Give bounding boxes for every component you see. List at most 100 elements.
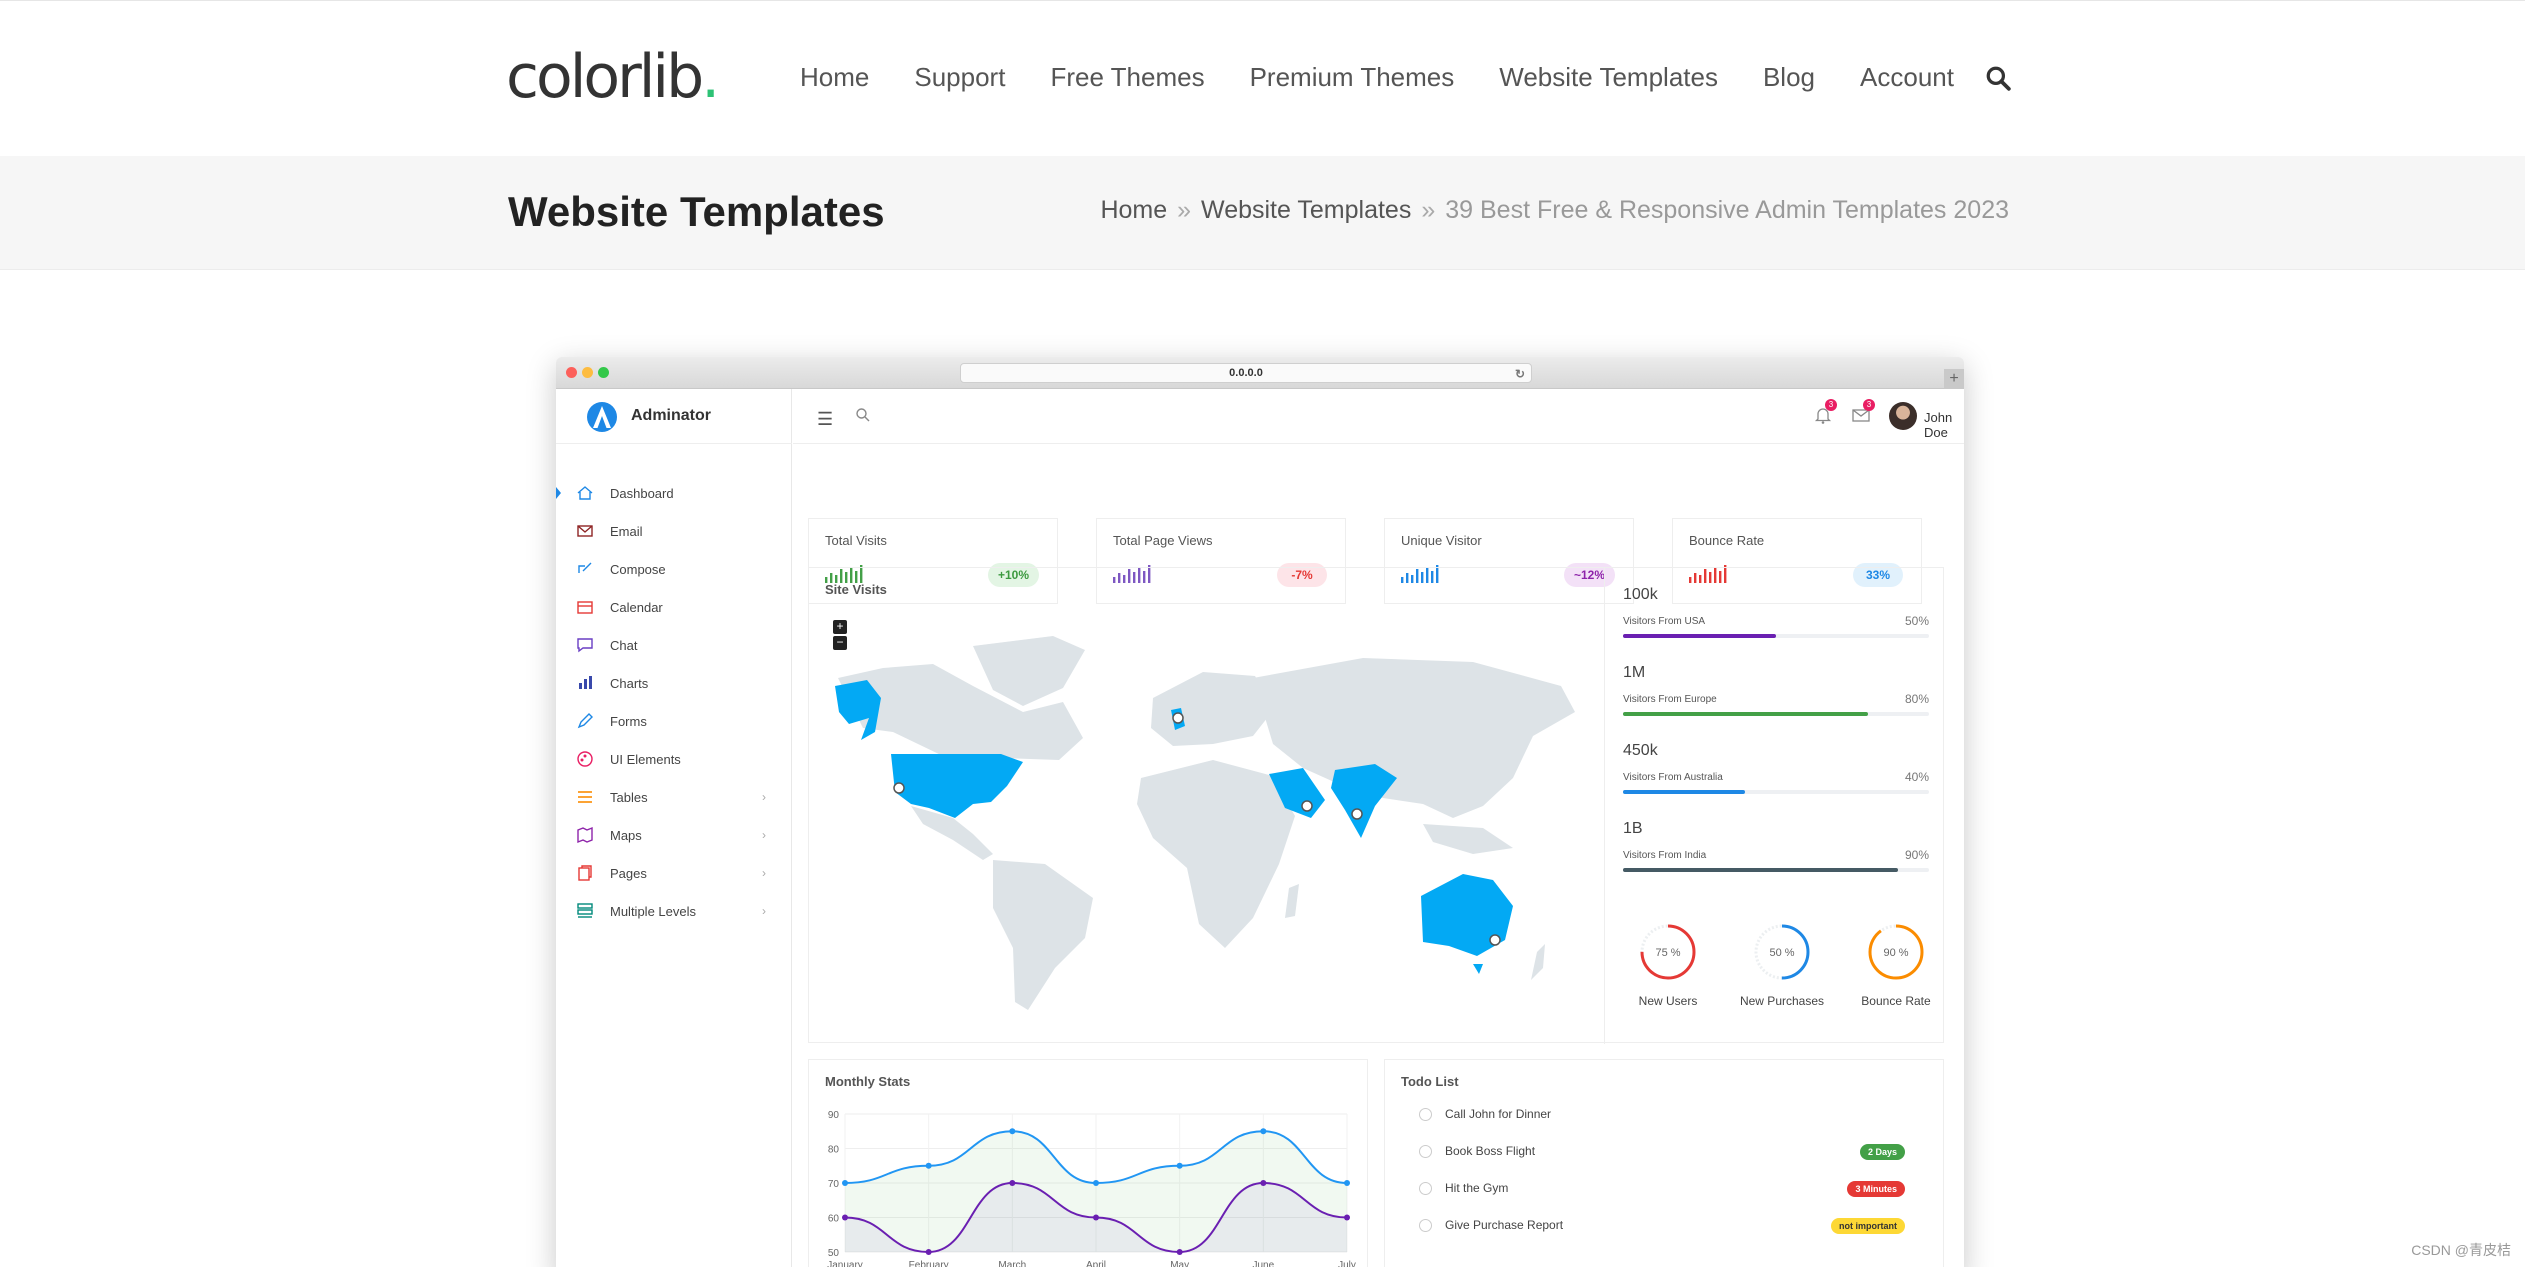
todo-text: Give Purchase Report — [1445, 1218, 1564, 1232]
user-name[interactable]: John Doe — [1924, 410, 1964, 440]
y-tick-label: 90 — [828, 1110, 840, 1121]
gauge-label: New Users — [1638, 994, 1698, 1008]
visit-progress-track — [1623, 790, 1929, 794]
site-visits-title: Site Visits — [825, 582, 887, 597]
main-nav: Home Support Free Themes Premium Themes … — [800, 57, 1999, 97]
todo-checkbox[interactable] — [1419, 1219, 1432, 1232]
brand: Adminator — [556, 389, 792, 444]
adminator-logo-icon — [587, 402, 617, 432]
pages-icon — [576, 864, 594, 882]
sidebar-item-dashboard[interactable]: Dashboard — [556, 474, 792, 512]
minimize-dot-icon — [582, 367, 593, 378]
sidebar-item-label: Tables — [610, 789, 648, 805]
todo-text: Book Boss Flight — [1445, 1144, 1536, 1158]
visit-row: 450k Visitors From Australia 40% — [1623, 742, 1929, 820]
sidebar-item-compose[interactable]: Compose — [556, 550, 792, 588]
sidebar-item-tables[interactable]: Tables › — [556, 778, 792, 816]
todo-tag: 2 Days — [1859, 1144, 1905, 1160]
sidebar-item-maps[interactable]: Maps › — [556, 816, 792, 854]
gauge-value: 75 % — [1655, 947, 1680, 959]
todo-checkbox[interactable] — [1419, 1182, 1432, 1195]
visit-row: 1B Visitors From India 90% — [1623, 820, 1929, 898]
visit-progress-fill — [1623, 712, 1868, 716]
todo-checkbox[interactable] — [1419, 1145, 1432, 1158]
todo-item[interactable]: Give Purchase Report not important — [1419, 1215, 1929, 1239]
sidebar-item-multiple-levels[interactable]: Multiple Levels › — [556, 892, 792, 930]
y-tick-label: 60 — [828, 1214, 840, 1225]
visit-row: 100k Visitors From USA 50% — [1623, 586, 1929, 664]
sidebar-menu: Dashboard Email Compose Calendar Chat Charts F… — [556, 474, 792, 930]
hamburger-icon[interactable]: ☰ — [817, 409, 833, 430]
sidebar-item-label: Charts — [610, 675, 649, 691]
sidebar-item-calendar[interactable]: Calendar — [556, 588, 792, 626]
x-tick-label: May — [1170, 1260, 1189, 1267]
reload-icon: ↻ — [1514, 367, 1525, 381]
visit-progress-track — [1623, 868, 1929, 872]
search-icon[interactable] — [1985, 65, 2011, 91]
nav-support[interactable]: Support — [914, 57, 1005, 97]
nav-home[interactable]: Home — [800, 57, 869, 97]
chevron-right-icon: › — [762, 904, 766, 918]
sidebar-item-charts[interactable]: Charts — [556, 664, 792, 702]
sidebar-item-forms[interactable]: Forms — [556, 702, 792, 740]
todo-item[interactable]: Call John for Dinner — [1419, 1104, 1929, 1128]
url-text: 0.0.0.0 — [1229, 367, 1263, 379]
visit-value: 100k — [1623, 586, 1658, 603]
data-point — [1093, 1214, 1099, 1221]
charts-icon — [576, 674, 594, 692]
data-point — [842, 1214, 848, 1221]
data-point — [1260, 1128, 1267, 1135]
nav-website-templates[interactable]: Website Templates — [1499, 57, 1718, 97]
sidebar-item-label: Email — [610, 523, 643, 539]
monthly-stats-panel: Monthly Stats 90 80 70 60 50 January February M… — [808, 1059, 1368, 1267]
todo-item[interactable]: Hit the Gym 3 Minutes — [1419, 1178, 1929, 1202]
nav-free-themes[interactable]: Free Themes — [1050, 57, 1204, 97]
colorlib-logo[interactable]: colorlib. — [506, 37, 720, 117]
sidebar-item-email[interactable]: Email — [556, 512, 792, 550]
calendar-icon — [576, 598, 594, 616]
todo-checkbox[interactable] — [1419, 1108, 1432, 1121]
sidebar-item-ui-elements[interactable]: UI Elements — [556, 740, 792, 778]
x-tick-label: June — [1252, 1260, 1274, 1267]
todo-text: Call John for Dinner — [1445, 1107, 1552, 1121]
visits-breakdown: 100k Visitors From USA 50% 1M Visitors From … — [1604, 568, 1944, 1044]
breadcrumb-home[interactable]: Home — [1100, 196, 1167, 224]
data-point — [925, 1162, 932, 1169]
gauge-new-users: 75 % New Users — [1613, 920, 1723, 1008]
sidebar-item-label: Pages — [610, 865, 647, 881]
sidebar-item-label: Multiple Levels — [610, 903, 696, 919]
chat-icon — [576, 636, 594, 654]
visit-value: 1B — [1623, 820, 1643, 837]
data-point — [1176, 1162, 1183, 1169]
nav-premium-themes[interactable]: Premium Themes — [1250, 57, 1455, 97]
nav-blog[interactable]: Blog — [1763, 57, 1815, 97]
chevron-right-icon: › — [762, 790, 766, 804]
y-tick-label: 70 — [828, 1179, 840, 1190]
x-tick-label: April — [1086, 1260, 1106, 1267]
visit-percent: 80% — [1904, 692, 1929, 706]
tables-icon — [576, 788, 594, 806]
avatar[interactable] — [1889, 402, 1917, 430]
todo-tag: not important — [1831, 1218, 1905, 1234]
todo-item[interactable]: Book Boss Flight 2 Days — [1419, 1141, 1929, 1165]
sidebar-item-pages[interactable]: Pages › — [556, 854, 792, 892]
sidebar-item-label: Calendar — [610, 599, 663, 615]
browser-bar: 0.0.0.0 ↻ + — [556, 357, 1964, 389]
email-icon — [576, 522, 594, 540]
y-tick-label: 50 — [828, 1248, 840, 1259]
admin-template-preview: 0.0.0.0 ↻ + Adminator Dashboard Email Comp… — [556, 357, 1964, 1267]
search-icon[interactable] — [855, 407, 871, 423]
maximize-dot-icon — [598, 367, 609, 378]
nav-account[interactable]: Account — [1860, 57, 1954, 97]
sidebar-item-label: Maps — [610, 827, 642, 843]
breadcrumb-section[interactable]: Website Templates — [1201, 196, 1411, 224]
sidebar-item-chat[interactable]: Chat — [556, 626, 792, 664]
page-title: Website Templates — [508, 188, 885, 235]
x-tick-label: March — [998, 1260, 1026, 1267]
monthly-stats-chart: 90 80 70 60 50January February March April May Ju… — [827, 1110, 1356, 1267]
site-header: colorlib. Home Support Free Themes Premi… — [0, 0, 2525, 156]
monthly-stats-title: Monthly Stats — [825, 1074, 911, 1089]
watermark: CSDN @青皮桔 — [2411, 1242, 2511, 1258]
site-visits-panel: Site Visits + − 100k Visitors From USA 5… — [808, 567, 1944, 1044]
map-marker — [1172, 712, 1184, 724]
